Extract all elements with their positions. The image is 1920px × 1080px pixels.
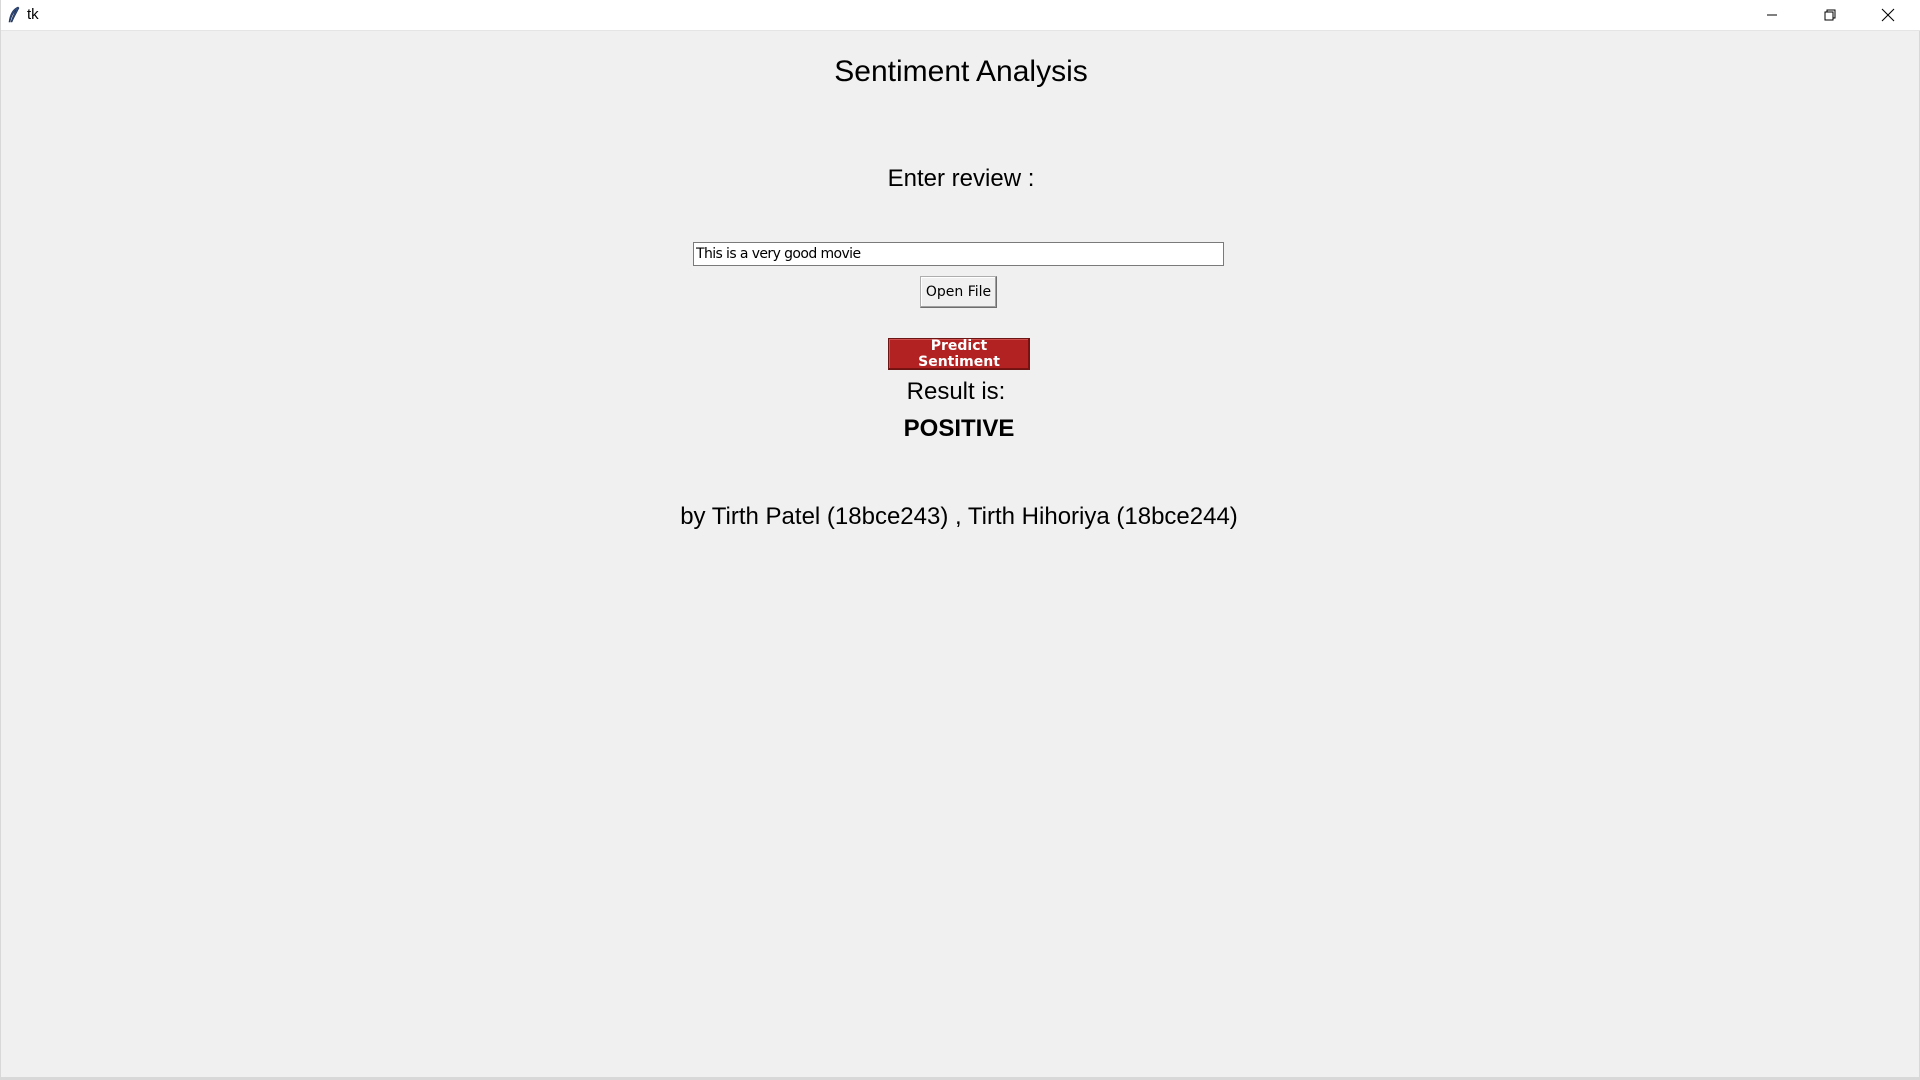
main-content: Sentiment Analysis Enter review : Open F… <box>1 31 1920 1080</box>
result-value: POSITIVE <box>903 415 1015 442</box>
result-label: Result is: <box>906 378 1006 405</box>
review-label: Enter review : <box>887 165 1035 192</box>
maximize-button[interactable] <box>1801 0 1859 30</box>
minimize-icon <box>1766 9 1778 21</box>
tk-feather-icon <box>7 6 21 24</box>
page-title: Sentiment Analysis <box>834 55 1088 88</box>
minimize-button[interactable] <box>1743 0 1801 30</box>
open-file-button[interactable]: Open File <box>920 276 997 308</box>
window-title: tk <box>27 6 39 23</box>
credits-text: by Tirth Patel (18bce243) , Tirth Hihori… <box>680 503 1238 530</box>
review-input[interactable] <box>693 242 1224 266</box>
predict-sentiment-button[interactable]: Predict Sentiment <box>888 338 1030 370</box>
restore-icon <box>1824 9 1836 21</box>
close-button[interactable] <box>1859 0 1917 30</box>
close-icon <box>1881 8 1895 22</box>
app-window: tk Sentiment Analysis Enter review: Thi… <box>0 0 1920 1080</box>
title-bar[interactable]: tk <box>1 0 1920 31</box>
